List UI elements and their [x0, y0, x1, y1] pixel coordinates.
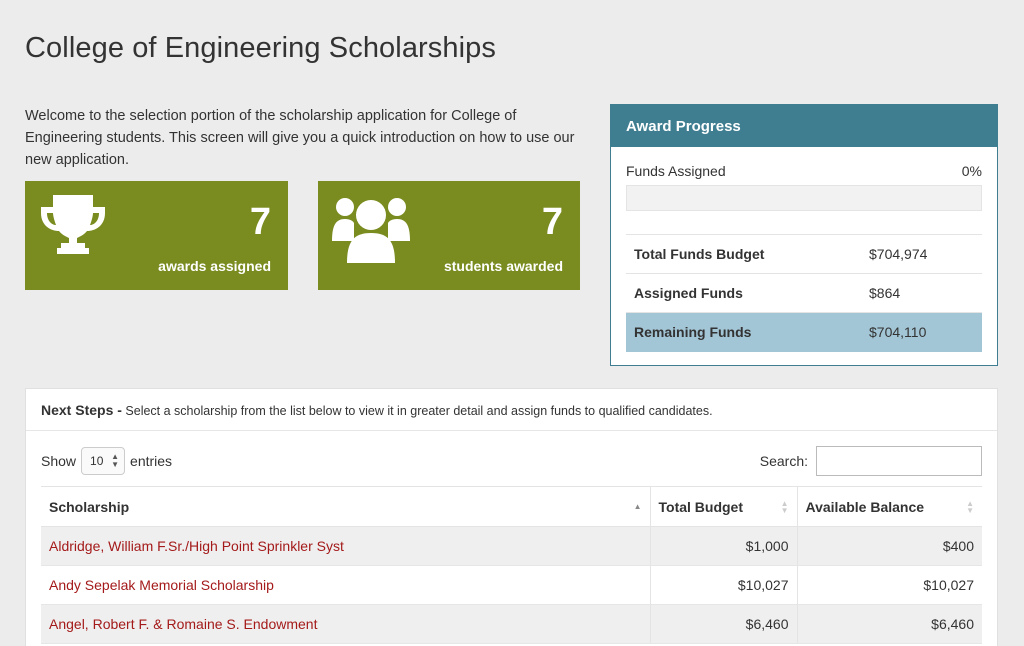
search-input[interactable]	[816, 446, 982, 476]
total-budget-cell: $10,027	[649, 565, 797, 605]
scholarship-link[interactable]: Aldridge, William F.Sr./High Point Sprin…	[49, 538, 344, 554]
summary-label: Assigned Funds	[626, 273, 861, 313]
search-label: Search:	[759, 453, 808, 469]
available-balance-cell: $6,460	[796, 604, 982, 644]
awards-assigned-card: 7 awards assigned	[25, 181, 288, 290]
summary-row-total: Total Funds Budget $704,974	[626, 234, 982, 274]
page-length-control: Show 10 ▲ ▼ entries	[41, 445, 172, 477]
next-steps-header: Next Steps - Select a scholarship from t…	[26, 389, 997, 431]
page-title: College of Engineering Scholarships	[25, 32, 497, 64]
summary-row-assigned: Assigned Funds $864	[626, 273, 982, 313]
trophy-icon	[39, 193, 107, 260]
funds-assigned-row: Funds Assigned 0%	[626, 163, 982, 179]
scholarship-link[interactable]: Angel, Robert F. & Romaine S. Endowment	[49, 616, 317, 632]
show-label: Show	[41, 453, 77, 469]
select-arrows-icon: ▲ ▼	[111, 452, 120, 469]
table-controls: Show 10 ▲ ▼ entries Search:	[41, 445, 982, 477]
funds-assigned-label: Funds Assigned	[626, 163, 726, 179]
scholarship-link[interactable]: Andy Sepelak Memorial Scholarship	[49, 577, 274, 593]
search-control: Search:	[760, 445, 982, 477]
table-header-row: Scholarship ▲ Total Budget ▲ ▼ Available …	[41, 486, 982, 527]
column-header-total-budget[interactable]: Total Budget ▲ ▼	[649, 486, 797, 527]
intro-text: Welcome to the selection portion of the …	[25, 108, 575, 168]
summary-row-remaining: Remaining Funds $704,110	[626, 312, 982, 352]
column-header-available-balance[interactable]: Available Balance ▲ ▼	[796, 486, 982, 527]
funds-progress-bar	[626, 185, 982, 211]
next-steps-description: Select a scholarship from the list below…	[125, 404, 713, 418]
funds-assigned-percent: 0%	[961, 163, 982, 179]
table-row: Aldridge, William F.Sr./High Point Sprin…	[41, 526, 982, 566]
summary-value: $704,110	[861, 312, 982, 352]
students-count: 7	[541, 201, 563, 243]
summary-value: $864	[861, 273, 982, 313]
page-length-select[interactable]: 10 ▲ ▼	[81, 447, 126, 475]
users-group-icon	[332, 193, 410, 268]
next-steps-panel: Next Steps - Select a scholarship from t…	[25, 388, 998, 646]
table-row: Angel, Robert F. & Romaine S. Endowment …	[41, 604, 982, 644]
total-budget-cell: $6,460	[649, 604, 797, 644]
students-awarded-card: 7 students awarded	[318, 181, 580, 290]
students-label: students awarded	[443, 258, 563, 274]
total-budget-cell: $1,000	[649, 526, 797, 566]
page-length-value: 10	[90, 454, 104, 468]
sort-both-icon: ▲ ▼	[780, 499, 789, 515]
funds-summary-table: Total Funds Budget $704,974 Assigned Fun…	[626, 234, 982, 352]
next-steps-title: Next Steps -	[41, 402, 122, 418]
available-balance-cell: $400	[796, 526, 982, 566]
summary-value: $704,974	[861, 234, 982, 274]
award-progress-panel: Award Progress Funds Assigned 0% Total F…	[610, 104, 998, 366]
available-balance-cell: $10,027	[796, 565, 982, 605]
summary-label: Total Funds Budget	[626, 234, 861, 274]
sort-ascending-icon: ▲	[633, 502, 642, 511]
summary-label: Remaining Funds	[626, 312, 861, 352]
award-progress-title: Award Progress	[611, 105, 997, 147]
table-row: Andy Sepelak Memorial Scholarship $10,02…	[41, 565, 982, 605]
awards-label: awards assigned	[158, 258, 271, 274]
sort-both-icon: ▲ ▼	[966, 499, 974, 515]
scholarship-table: Scholarship ▲ Total Budget ▲ ▼ Available …	[41, 486, 982, 644]
column-header-scholarship[interactable]: Scholarship ▲	[41, 486, 650, 527]
entries-label: entries	[130, 453, 173, 469]
awards-count: 7	[249, 201, 271, 243]
